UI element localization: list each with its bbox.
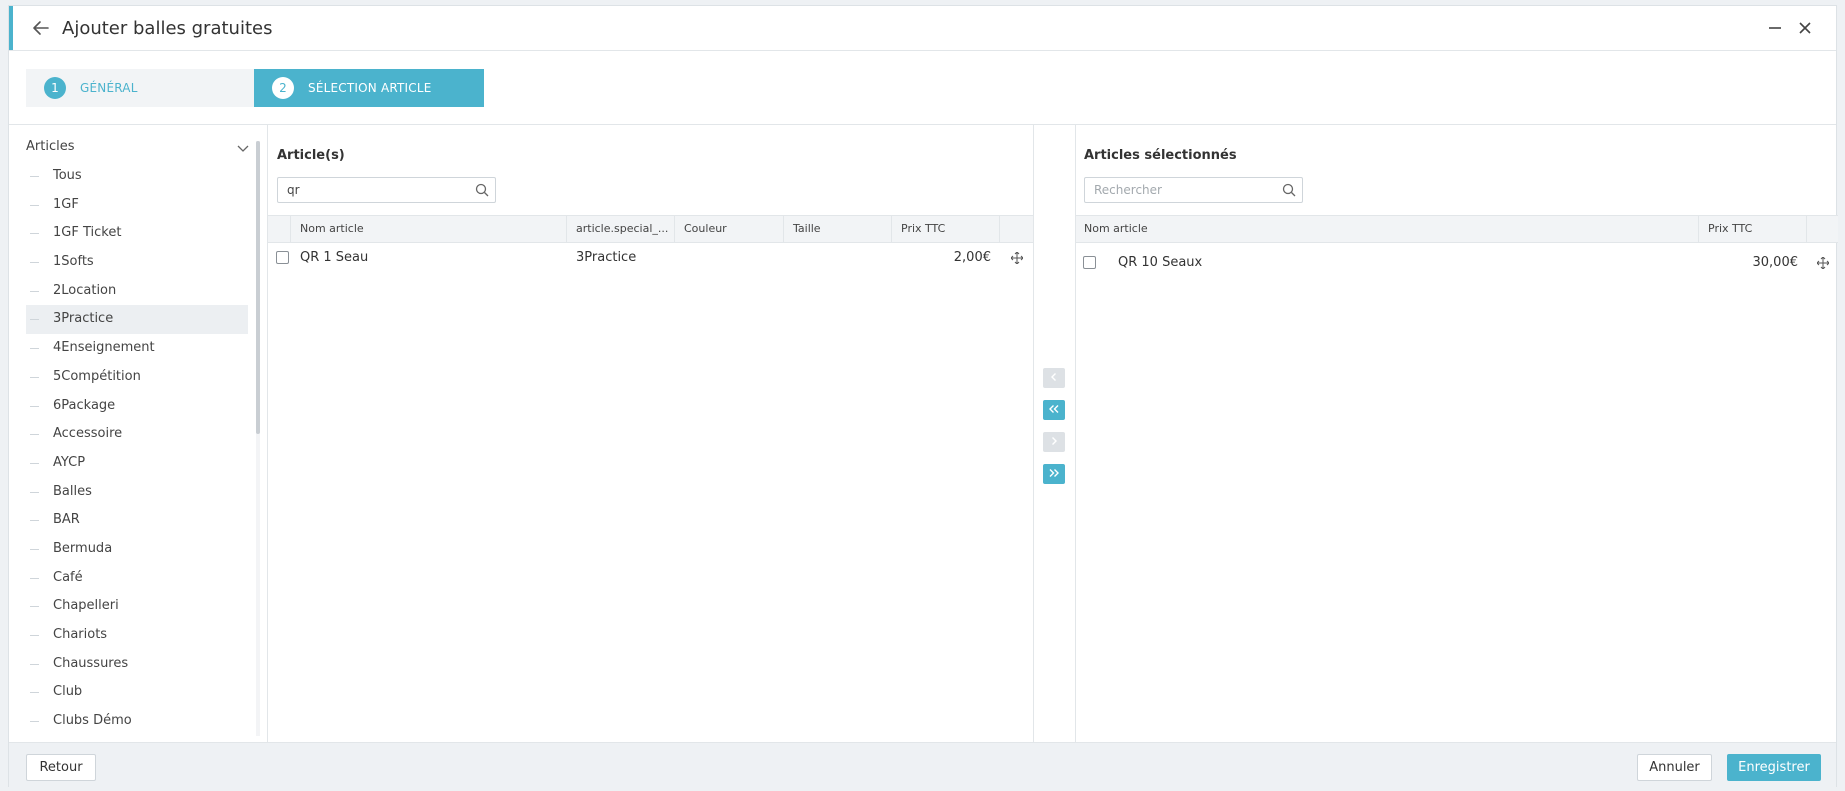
articles-panel-title: Article(s) xyxy=(277,148,345,163)
cell-nom-article: QR 1 Seau xyxy=(300,250,369,265)
step-selection-article[interactable]: 2 SÉLECTION ARTICLE xyxy=(254,69,484,107)
column-header-special[interactable]: article.special_... xyxy=(567,216,675,242)
search-icon[interactable] xyxy=(475,183,489,197)
back-arrow-icon[interactable] xyxy=(29,16,53,40)
tree-item[interactable]: 5Compétition xyxy=(26,363,248,392)
tree-item[interactable]: Tous xyxy=(26,162,248,191)
dialog-title: Ajouter balles gratuites xyxy=(62,18,273,39)
column-header-nom-article[interactable]: Nom article xyxy=(291,216,567,242)
articles-search xyxy=(277,177,496,203)
tree-item[interactable]: 6Package xyxy=(26,392,248,421)
scrollbar-thumb[interactable] xyxy=(256,141,260,434)
chevron-left-icon xyxy=(1049,371,1059,386)
articles-search-input[interactable] xyxy=(278,179,458,201)
tree-item[interactable]: Café xyxy=(26,564,248,593)
tree-item[interactable]: Club xyxy=(26,678,248,707)
row-checkbox[interactable] xyxy=(276,251,289,264)
chevron-right-icon xyxy=(1049,435,1059,450)
tree-item[interactable]: 1GF xyxy=(26,191,248,220)
cell-prix-ttc: 30,00€ xyxy=(1752,255,1799,270)
tree-item[interactable]: 1GF Ticket xyxy=(26,219,248,248)
tree-list: Tous 1GF 1GF Ticket 1Softs 2Location 3Practic… xyxy=(26,162,248,736)
tree-item[interactable]: 2Location xyxy=(26,277,248,306)
drag-move-icon[interactable] xyxy=(1010,251,1024,265)
column-header-couleur[interactable]: Couleur xyxy=(675,216,784,242)
search-icon[interactable] xyxy=(1282,183,1296,197)
move-all-right-button[interactable] xyxy=(1043,464,1065,484)
category-tree: Articles Tous 1GF 1GF Ticket 1Softs 2Locatio… xyxy=(9,125,267,742)
column-header-prix-ttc[interactable]: Prix TTC xyxy=(892,216,1000,242)
dialog-footer: Retour Annuler Enregistrer xyxy=(9,742,1836,788)
move-all-left-button[interactable] xyxy=(1043,400,1065,420)
tree-item[interactable]: Chariots xyxy=(26,621,248,650)
transfer-divider-left xyxy=(1033,125,1034,742)
move-left-button[interactable] xyxy=(1043,368,1065,388)
cancel-button[interactable]: Annuler xyxy=(1637,754,1712,781)
step-label: GÉNÉRAL xyxy=(80,81,138,95)
articles-grid-header: Nom article article.special_... Couleur … xyxy=(268,215,1033,243)
step-label: SÉLECTION ARTICLE xyxy=(308,81,432,95)
double-chevron-left-icon xyxy=(1048,403,1060,418)
cell-nom-article: QR 10 Seaux xyxy=(1118,255,1203,270)
content-divider xyxy=(9,124,1836,125)
tree-item[interactable]: 3Practice xyxy=(26,305,248,335)
column-header-prix-ttc[interactable]: Prix TTC xyxy=(1699,216,1807,242)
move-right-button[interactable] xyxy=(1043,432,1065,452)
row-checkbox[interactable] xyxy=(1083,256,1096,269)
step-number: 1 xyxy=(44,77,66,99)
selected-panel-title: Articles sélectionnés xyxy=(1084,148,1237,163)
selected-search-input[interactable] xyxy=(1085,179,1265,201)
tree-item[interactable]: Accessoire xyxy=(26,420,248,449)
cell-special: 3Practice xyxy=(576,250,637,265)
tree-item[interactable]: BAR xyxy=(26,506,248,535)
accent-bar xyxy=(9,6,13,50)
table-row[interactable]: QR 10 Seaux 30,00€ xyxy=(1076,249,1838,277)
dialog: Ajouter balles gratuites 1 GÉNÉRAL 2 SÉL… xyxy=(8,5,1838,788)
step-general[interactable]: 1 GÉNÉRAL xyxy=(26,69,254,107)
tree-item[interactable]: Chaussures xyxy=(26,650,248,679)
back-button[interactable]: Retour xyxy=(26,754,96,781)
minimize-icon[interactable] xyxy=(1764,17,1786,39)
double-chevron-right-icon xyxy=(1048,467,1060,482)
save-button[interactable]: Enregistrer xyxy=(1727,754,1821,781)
header-spacer xyxy=(268,216,291,242)
column-header-taille[interactable]: Taille xyxy=(784,216,892,242)
table-row[interactable]: QR 1 Seau 3Practice 2,00€ xyxy=(268,244,1033,272)
close-icon[interactable] xyxy=(1794,17,1816,39)
dialog-header: Ajouter balles gratuites xyxy=(9,6,1836,51)
tree-item[interactable]: Balles xyxy=(26,478,248,507)
tree-item[interactable]: 1Softs xyxy=(26,248,248,277)
tree-root-label[interactable]: Articles xyxy=(26,139,74,154)
tree-item[interactable]: Clubs Démo xyxy=(26,707,248,736)
step-number: 2 xyxy=(272,77,294,99)
drag-move-icon[interactable] xyxy=(1816,256,1830,270)
tree-item[interactable]: Bermuda xyxy=(26,535,248,564)
selected-search xyxy=(1084,177,1303,203)
tree-item[interactable]: AYCP xyxy=(26,449,248,478)
tree-item[interactable]: 4Enseignement xyxy=(26,334,248,363)
selected-grid-header: Nom article Prix TTC xyxy=(1076,215,1838,243)
column-header-nom-article[interactable]: Nom article xyxy=(1076,216,1699,242)
cell-prix-ttc: 2,00€ xyxy=(953,250,991,265)
tree-item[interactable]: Chapelleri xyxy=(26,592,248,621)
chevron-down-icon[interactable] xyxy=(237,143,249,153)
